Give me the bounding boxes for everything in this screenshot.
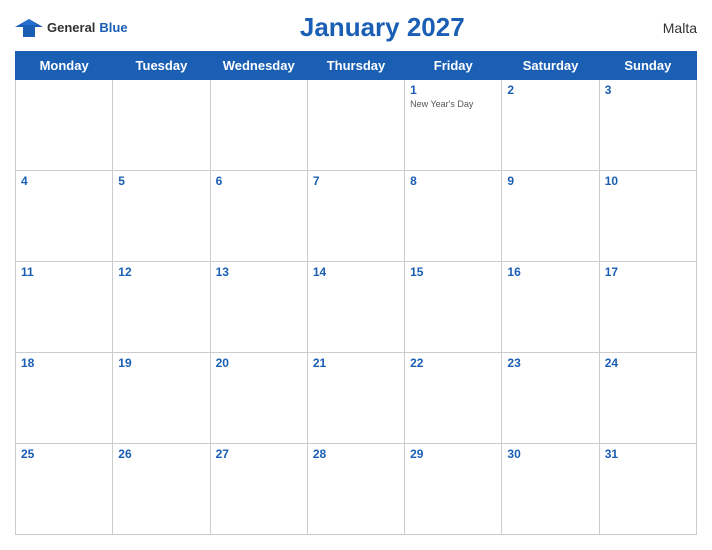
calendar-cell: 2 — [502, 80, 599, 171]
day-number: 21 — [313, 356, 399, 370]
day-number: 6 — [216, 174, 302, 188]
calendar-cell: 15 — [405, 262, 502, 353]
day-header-tuesday: Tuesday — [113, 52, 210, 80]
calendar-cell: 8 — [405, 171, 502, 262]
calendar-cell — [113, 80, 210, 171]
calendar-cell: 19 — [113, 353, 210, 444]
day-number: 22 — [410, 356, 496, 370]
day-number: 5 — [118, 174, 204, 188]
calendar-cell: 28 — [307, 444, 404, 535]
calendar-cell: 20 — [210, 353, 307, 444]
calendar-cell: 14 — [307, 262, 404, 353]
logo-icon — [15, 17, 43, 39]
calendar-cell — [307, 80, 404, 171]
day-header-sunday: Sunday — [599, 52, 696, 80]
calendar-cell: 1 New Year's Day — [405, 80, 502, 171]
calendar-cell: 26 — [113, 444, 210, 535]
calendar-cell — [210, 80, 307, 171]
calendar-cell: 11 — [16, 262, 113, 353]
calendar-cell: 7 — [307, 171, 404, 262]
day-number: 31 — [605, 447, 691, 461]
day-number: 17 — [605, 265, 691, 279]
week-row-5: 25 26 27 28 29 30 31 — [16, 444, 697, 535]
week-row-2: 456789 10 — [16, 171, 697, 262]
calendar-cell: 23 — [502, 353, 599, 444]
day-number: 23 — [507, 356, 593, 370]
calendar-cell: 17 — [599, 262, 696, 353]
calendar-cell: 29 — [405, 444, 502, 535]
calendar-title: January 2027 — [128, 12, 637, 43]
day-number: 20 — [216, 356, 302, 370]
calendar-cell: 27 — [210, 444, 307, 535]
day-number: 10 — [605, 174, 691, 188]
day-number: 11 — [21, 265, 107, 279]
calendar-table: MondayTuesdayWednesdayThursdayFridaySatu… — [15, 51, 697, 535]
day-number: 26 — [118, 447, 204, 461]
holiday-label: New Year's Day — [410, 99, 496, 109]
calendar-cell: 21 — [307, 353, 404, 444]
day-number: 3 — [605, 83, 691, 97]
day-number: 18 — [21, 356, 107, 370]
day-number: 28 — [313, 447, 399, 461]
day-number: 25 — [21, 447, 107, 461]
calendar-cell: 16 — [502, 262, 599, 353]
day-number: 24 — [605, 356, 691, 370]
logo: General Blue — [15, 17, 128, 39]
calendar-cell: 25 — [16, 444, 113, 535]
day-number: 2 — [507, 83, 593, 97]
day-number: 30 — [507, 447, 593, 461]
day-header-saturday: Saturday — [502, 52, 599, 80]
day-header-wednesday: Wednesday — [210, 52, 307, 80]
day-number: 12 — [118, 265, 204, 279]
calendar-cell: 6 — [210, 171, 307, 262]
day-number: 16 — [507, 265, 593, 279]
calendar-cell: 24 — [599, 353, 696, 444]
logo-general-text: General — [47, 20, 95, 35]
calendar-cell: 18 — [16, 353, 113, 444]
calendar-cell: 30 — [502, 444, 599, 535]
day-header-friday: Friday — [405, 52, 502, 80]
calendar-cell: 5 — [113, 171, 210, 262]
day-number: 8 — [410, 174, 496, 188]
week-row-1: 1 New Year's Day 23 — [16, 80, 697, 171]
country-label: Malta — [637, 20, 697, 36]
page-header: General Blue January 2027 Malta — [15, 10, 697, 45]
calendar-cell: 10 — [599, 171, 696, 262]
week-row-3: 11 12 13 14 15 16 17 — [16, 262, 697, 353]
day-number: 13 — [216, 265, 302, 279]
day-header-thursday: Thursday — [307, 52, 404, 80]
day-number: 27 — [216, 447, 302, 461]
day-number: 7 — [313, 174, 399, 188]
calendar-cell: 22 — [405, 353, 502, 444]
day-headers-row: MondayTuesdayWednesdayThursdayFridaySatu… — [16, 52, 697, 80]
calendar-cell: 13 — [210, 262, 307, 353]
day-number: 9 — [507, 174, 593, 188]
calendar-cell — [16, 80, 113, 171]
day-number: 4 — [21, 174, 107, 188]
calendar-cell: 12 — [113, 262, 210, 353]
logo-blue-text: Blue — [99, 20, 127, 35]
calendar-cell: 31 — [599, 444, 696, 535]
calendar-cell: 3 — [599, 80, 696, 171]
day-number: 15 — [410, 265, 496, 279]
calendar-cell: 4 — [16, 171, 113, 262]
day-number: 14 — [313, 265, 399, 279]
day-number: 1 — [410, 83, 496, 97]
day-header-monday: Monday — [16, 52, 113, 80]
calendar-cell: 9 — [502, 171, 599, 262]
day-number: 19 — [118, 356, 204, 370]
day-number: 29 — [410, 447, 496, 461]
week-row-4: 18 19 20 21 22 23 24 — [16, 353, 697, 444]
